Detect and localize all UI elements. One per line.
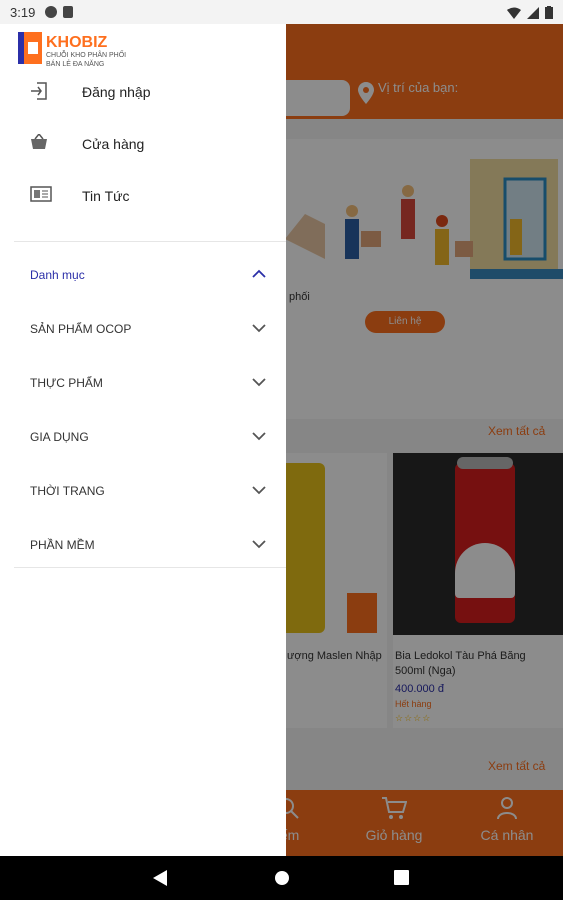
- category-item-food[interactable]: THỰC PHẨM: [0, 364, 286, 404]
- brand-tagline-1: CHUỖI KHO PHÂN PHỐI: [46, 52, 127, 59]
- login-icon: [31, 82, 47, 100]
- chevron-down-icon: [252, 432, 266, 441]
- notification-icon: [45, 6, 58, 18]
- menu-item-label: Đăng nhập: [82, 84, 151, 100]
- chevron-down-icon: [252, 540, 266, 549]
- category-label: PHẦN MỀM: [30, 538, 95, 552]
- category-label: THỜI TRANG: [30, 484, 105, 498]
- menu-item-store[interactable]: Cửa hàng: [0, 126, 286, 166]
- brand-name: KHOBIZ: [46, 34, 108, 51]
- menu-item-label: Tin Tức: [82, 188, 130, 204]
- basket-icon: [31, 134, 47, 149]
- category-item-fashion[interactable]: THỜI TRANG: [0, 472, 286, 512]
- home-icon[interactable]: [274, 870, 290, 886]
- menu-item-label: Cửa hàng: [82, 136, 145, 152]
- wifi-icon: [507, 7, 521, 19]
- category-header-label: Danh mục: [30, 268, 85, 282]
- khobiz-logo-icon: [18, 32, 42, 64]
- category-label: GIA DỤNG: [30, 430, 89, 444]
- category-header[interactable]: Danh mục: [0, 256, 286, 296]
- status-time: 3:19: [10, 4, 36, 20]
- battery-icon: [545, 6, 553, 19]
- chevron-down-icon: [252, 486, 266, 495]
- category-item-household[interactable]: GIA DỤNG: [0, 418, 286, 458]
- divider: [14, 567, 286, 568]
- chevron-up-icon: [252, 269, 266, 278]
- menu-item-news[interactable]: Tin Tức: [0, 178, 286, 218]
- chevron-down-icon: [252, 378, 266, 387]
- navigation-drawer: KHOBIZ CHUỖI KHO PHÂN PHỐI BÁN LẺ ĐA NĂN…: [0, 24, 286, 856]
- divider: [14, 241, 286, 242]
- category-item-software[interactable]: PHẦN MỀM: [0, 526, 286, 566]
- signal-icon: [527, 6, 539, 19]
- back-icon[interactable]: [153, 870, 167, 886]
- category-label: THỰC PHẨM: [30, 376, 103, 390]
- menu-item-login[interactable]: Đăng nhập: [0, 74, 286, 114]
- recents-icon[interactable]: [394, 870, 409, 885]
- sd-card-icon: [63, 6, 74, 18]
- status-bar: 3:19: [0, 0, 563, 24]
- system-navigation-bar: [0, 856, 563, 900]
- chevron-down-icon: [252, 324, 266, 333]
- category-label: SẢN PHẨM OCOP: [30, 322, 132, 336]
- category-item-ocop[interactable]: SẢN PHẨM OCOP: [0, 310, 286, 350]
- news-icon: [30, 186, 52, 202]
- brand-tagline-2: BÁN LẺ ĐA NĂNG: [46, 61, 105, 68]
